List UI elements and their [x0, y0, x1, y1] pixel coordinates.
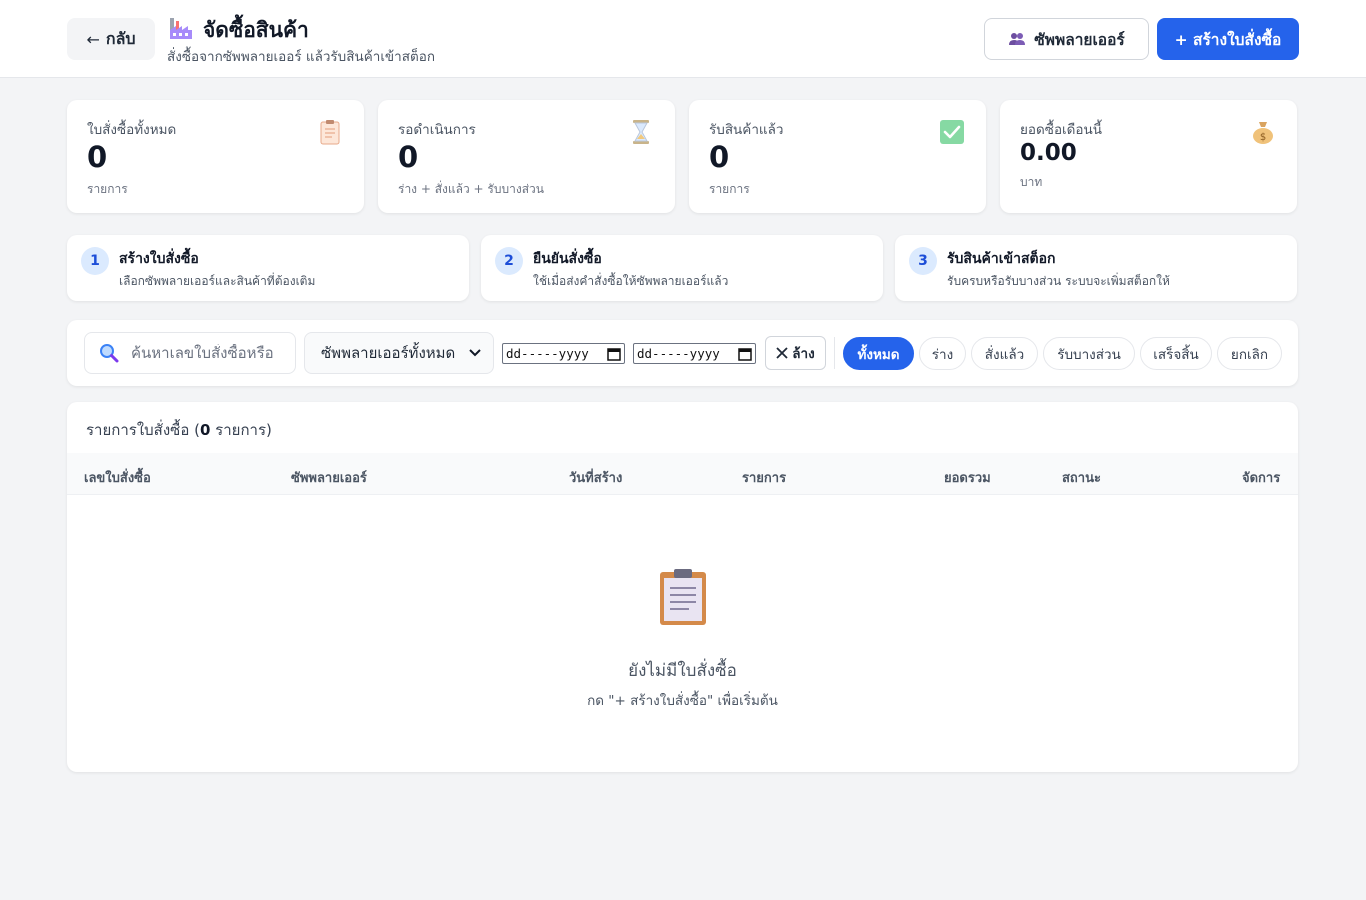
stat-value: 0 [709, 140, 730, 174]
status-tab-ordered[interactable]: สั่งแล้ว [971, 337, 1038, 370]
column-header-total[interactable]: ยอดรวม [944, 467, 991, 488]
stat-card-pending: รอดำเนินการ 0 ร่าง + สั่งแล้ว + รับบางส่… [378, 100, 675, 213]
search-icon [99, 343, 119, 363]
back-button[interactable]: ← กลับ [67, 18, 155, 60]
column-header-status[interactable]: สถานะ [1062, 467, 1101, 488]
step-title: รับสินค้าเข้าสต็อก [947, 251, 1056, 267]
column-header-actions: จัดการ [1242, 471, 1281, 486]
stat-value: 0.00 [1020, 140, 1077, 166]
stat-label: ใบสั่งซื้อทั้งหมด [87, 122, 177, 138]
create-po-button[interactable]: + สร้างใบสั่งซื้อ [1157, 18, 1299, 60]
column-header-created-date[interactable]: วันที่สร้าง [569, 467, 622, 488]
step-description: ใช้เมื่อส่งคำสั่งซื้อให้ซัพพลายเออร์แล้ว [533, 274, 729, 288]
table-header: เลขใบสั่งซื้อ ซัพพลายเออร์ วันที่สร้าง ร… [67, 453, 1298, 495]
stat-label: รอดำเนินการ [398, 122, 476, 138]
clipboard-icon [320, 120, 340, 145]
status-tab-draft[interactable]: ร่าง [919, 337, 966, 370]
stat-card-received: รับสินค้าแล้ว 0 รายการ [689, 100, 986, 213]
stat-value: 0 [87, 140, 108, 174]
date-to-placeholder: dd-----yyyy [637, 346, 720, 361]
step-card-3: 3 รับสินค้าเข้าสต็อก รับครบหรือรับบางส่ว… [895, 235, 1297, 301]
status-tab-cancelled[interactable]: ยกเลิก [1217, 337, 1282, 370]
supplier-select[interactable]: ซัพพลายเออร์ทั้งหมด [304, 332, 494, 374]
column-header-items[interactable]: รายการ [742, 467, 786, 488]
svg-text:$: $ [1260, 132, 1266, 143]
suppliers-button[interactable]: ซัพพลายเออร์ [984, 18, 1149, 60]
table-heading-suffix: รายการ) [210, 421, 272, 439]
stat-label: รับสินค้าแล้ว [709, 122, 784, 138]
date-to-input[interactable]: dd-----yyyy [633, 343, 756, 364]
supplier-select-value: ซัพพลายเออร์ทั้งหมด [321, 344, 456, 362]
stat-note: ร่าง + สั่งแล้ว + รับบางส่วน [398, 182, 544, 196]
users-icon [1009, 33, 1026, 45]
step-number: 2 [495, 247, 523, 275]
stat-card-total: ใบสั่งซื้อทั้งหมด 0 รายการ [67, 100, 364, 213]
page-title: จัดซื้อสินค้า [203, 18, 309, 42]
filter-bar: ซัพพลายเออร์ทั้งหมด dd-----yyyy dd-----y… [67, 320, 1298, 386]
status-tab-partial[interactable]: รับบางส่วน [1043, 337, 1135, 370]
close-icon [776, 347, 788, 359]
suppliers-label: ซัพพลายเออร์ [1034, 30, 1125, 49]
table-count: 0 [199, 421, 211, 439]
date-from-input[interactable]: dd-----yyyy [502, 343, 625, 364]
check-icon [940, 120, 964, 144]
hourglass-icon [633, 120, 649, 144]
empty-state-hint: กด "+ สร้างใบสั่งซื้อ" เพื่อเริ่มต้น [587, 693, 778, 709]
po-table-card: รายการใบสั่งซื้อ (0 รายการ) เลขใบสั่งซื้… [67, 402, 1298, 772]
step-number: 1 [81, 247, 109, 275]
stat-value: 0 [398, 140, 419, 174]
stat-card-monthly: ยอดซื้อเดือนนี้ 0.00 บาท $ [1000, 100, 1297, 213]
empty-state-title: ยังไม่มีใบสั่งซื้อ [628, 661, 737, 681]
step-card-2: 2 ยืนยันสั่งซื้อ ใช้เมื่อส่งคำสั่งซื้อให… [481, 235, 883, 301]
calendar-icon[interactable] [607, 347, 621, 361]
status-tab-completed[interactable]: เสร็จสิ้น [1140, 337, 1212, 370]
stat-note: รายการ [87, 182, 128, 196]
clear-label: ล้าง [792, 346, 815, 362]
back-label: กลับ [105, 28, 136, 48]
page-subtitle: สั่งซื้อจากซัพพลายเออร์ แล้วรับสินค้าเข้… [167, 49, 436, 65]
column-header-supplier[interactable]: ซัพพลายเออร์ [291, 467, 367, 488]
money-bag-icon: $ [1253, 122, 1273, 144]
date-from-placeholder: dd-----yyyy [506, 346, 589, 361]
stat-note: บาท [1020, 175, 1043, 189]
table-heading: รายการใบสั่งซื้อ (0 รายการ) [86, 418, 272, 442]
status-tab-all[interactable]: ทั้งหมด [843, 337, 914, 370]
table-heading-prefix: รายการใบสั่งซื้อ ( [86, 421, 200, 439]
step-card-1: 1 สร้างใบสั่งซื้อ เลือกซัพพลายเออร์และสิ… [67, 235, 469, 301]
calendar-icon[interactable] [738, 347, 752, 361]
column-header-po-number[interactable]: เลขใบสั่งซื้อ [84, 467, 151, 488]
clipboard-icon [660, 569, 706, 625]
stat-note: รายการ [709, 182, 750, 196]
factory-icon [170, 18, 192, 39]
step-description: รับครบหรือรับบางส่วน ระบบจะเพิ่มสต็อกให้ [947, 274, 1170, 288]
step-title: ยืนยันสั่งซื้อ [533, 251, 602, 267]
stat-label: ยอดซื้อเดือนนี้ [1020, 122, 1103, 138]
step-title: สร้างใบสั่งซื้อ [119, 251, 199, 267]
chevron-down-icon [469, 349, 481, 357]
search-box[interactable] [84, 332, 296, 374]
step-number: 3 [909, 247, 937, 275]
divider [834, 337, 835, 369]
step-description: เลือกซัพพลายเออร์และสินค้าที่ต้องเติม [119, 274, 316, 288]
arrow-left-icon: ← [86, 29, 100, 49]
clear-filters-button[interactable]: ล้าง [765, 336, 826, 370]
top-bar: ← กลับ จัดซื้อสินค้า สั่งซื้อจากซัพพลายเ… [0, 0, 1366, 78]
search-input[interactable] [131, 344, 291, 362]
